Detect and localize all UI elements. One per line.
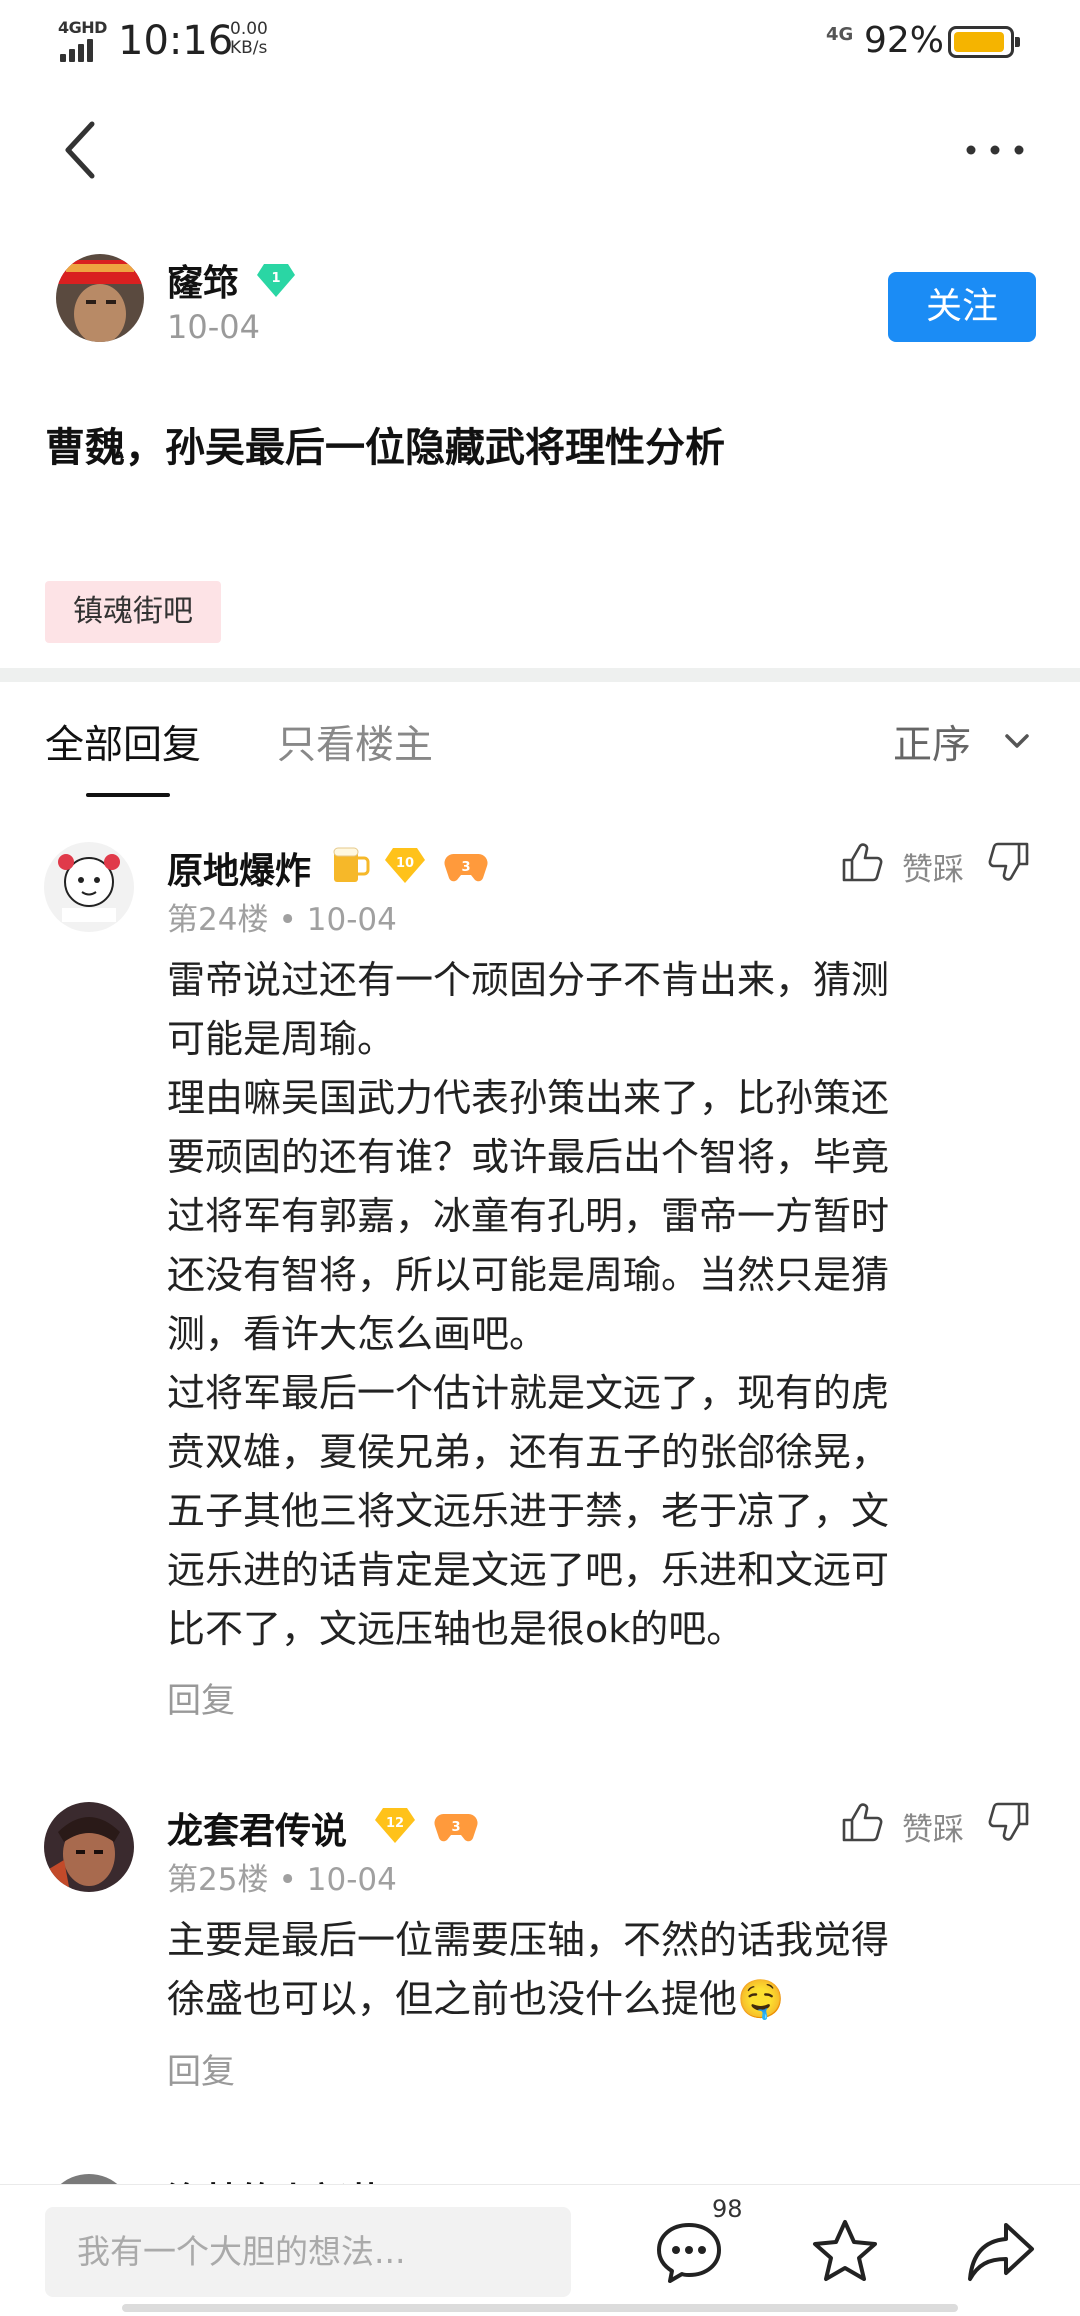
reply-input[interactable]: 我有一个大胆的想法... <box>45 2207 571 2297</box>
game-badge-number: 3 <box>461 860 470 875</box>
gamepad-badge-icon: 3 <box>434 1813 478 1842</box>
comment-body: 主要是最后一位需要压轴，不然的话我觉得 徐盛也可以，但之前也没什么提他🤤 <box>167 1911 1017 2029</box>
dislike-icon[interactable] <box>985 1798 1033 1846</box>
level-badge-number: 12 <box>386 1816 404 1831</box>
network-speed: 0.00 KB/s <box>230 20 268 58</box>
status-bar: 4GHD 10:16 0.00 KB/s 4G 92% <box>0 0 1080 84</box>
comment-line: 徐盛也可以，但之前也没什么提他🤤 <box>167 1970 1017 2029</box>
commenter-avatar[interactable] <box>44 1802 134 1892</box>
avatar-image <box>56 254 144 342</box>
follow-button[interactable]: 关注 <box>888 272 1036 342</box>
share-icon[interactable] <box>966 2219 1036 2283</box>
reply-button[interactable]: 回复 <box>167 2044 235 2093</box>
comment-line: 雷帝说过还有一个顽固分子不肯出来，猜测 <box>167 958 890 1002</box>
home-indicator <box>122 2304 958 2312</box>
comment-line: 理由嘛吴国武力代表孙策出来了，比孙策还 <box>167 1076 890 1120</box>
comment-date: 10-04 <box>306 902 397 938</box>
comment-line: 远乐进的话肯定是文远了吧，乐进和文远可 <box>167 1548 890 1592</box>
author-avatar[interactable] <box>56 254 144 342</box>
mobile-data-tag: 4G <box>826 24 854 45</box>
comment-line: 主要是最后一位需要压轴，不然的话我觉得 <box>167 1918 890 1962</box>
author-name[interactable]: 窿筇 <box>167 254 239 306</box>
star-icon[interactable] <box>810 2217 880 2285</box>
comment-line: 可能是周瑜。 <box>167 1017 396 1061</box>
level-badge-number: 10 <box>396 856 414 871</box>
vote-label: 赞踩 <box>902 1812 964 1848</box>
section-divider <box>0 668 1080 682</box>
chevron-down-icon[interactable] <box>1000 724 1034 758</box>
level-badge-icon: 1 <box>257 264 295 297</box>
battery-icon <box>948 26 1020 58</box>
floor-number: 第24楼 <box>167 902 269 938</box>
sort-button[interactable]: 正序 <box>893 714 971 770</box>
tab-op-only[interactable]: 只看楼主 <box>277 714 433 770</box>
comment-meta: 第25楼 • 10-04 <box>167 1862 397 1898</box>
speed-value: 0.00 <box>230 19 268 39</box>
comment-meta: 第24楼 • 10-04 <box>167 902 397 938</box>
more-dots-icon <box>966 145 1024 155</box>
back-button[interactable] <box>50 110 110 190</box>
comment-count: 98 <box>712 2195 743 2223</box>
signal-icon: 4GHD <box>58 18 107 62</box>
speed-unit: KB/s <box>230 38 268 58</box>
bottom-bar: 我有一个大胆的想法... 98 <box>0 2184 1080 2316</box>
comment-text: 徐盛也可以，但之前也没什么提他 <box>167 1977 738 2021</box>
gamepad-badge-icon: 3 <box>444 853 488 882</box>
game-badge-number: 3 <box>451 1820 460 1835</box>
commenter-avatar[interactable] <box>44 842 134 932</box>
commenter-name[interactable]: 原地爆炸 <box>167 842 311 894</box>
comment-body: 雷帝说过还有一个顽固分子不肯出来，猜测 可能是周瑜。 理由嘛吴国武力代表孙策出来… <box>167 951 1017 1659</box>
avatar-image <box>44 842 134 932</box>
level-badge-icon: 10 <box>385 848 425 883</box>
commenter-name[interactable]: 龙套君传说 <box>167 1802 347 1854</box>
like-icon[interactable] <box>838 1798 886 1846</box>
network-tag: 4GHD <box>58 18 107 37</box>
level-badge-number: 1 <box>271 271 280 286</box>
comment-line: 贲双雄，夏侯兄弟，还有五子的张郃徐晃， <box>167 1430 890 1474</box>
comment-line: 比不了，文远压轴也是很ok的吧。 <box>167 1607 745 1651</box>
comment-date: 10-04 <box>306 1862 397 1898</box>
battery-percent: 92% <box>864 20 945 61</box>
clock: 10:16 <box>118 18 234 64</box>
comment-line: 测，看许大怎么画吧。 <box>167 1312 548 1356</box>
floor-number: 第25楼 <box>167 1862 269 1898</box>
like-icon[interactable] <box>838 838 886 886</box>
beer-icon <box>333 847 370 882</box>
comment-line: 过将军最后一个估计就是文远了，现有的虎 <box>167 1371 890 1415</box>
comment-line: 还没有智将，所以可能是周瑜。当然只是猜 <box>167 1253 890 1297</box>
level-badge-icon: 12 <box>375 1808 415 1843</box>
comment-line: 要顽固的还有谁？或许最后出个智将，毕竟 <box>167 1135 890 1179</box>
post-title: 曹魏，孙吴最后一位隐藏武将理性分析 <box>45 425 725 471</box>
comment-icon[interactable] <box>654 2219 724 2285</box>
tab-all-replies[interactable]: 全部回复 <box>45 714 201 770</box>
battery-fill <box>954 32 1004 52</box>
forum-tag[interactable]: 镇魂街吧 <box>45 581 221 643</box>
vote-label: 赞踩 <box>902 852 964 888</box>
comment-line: 过将军有郭嘉，冰童有孔明，雷帝一方暂时 <box>167 1194 890 1238</box>
drool-emoji-icon: 🤤 <box>737 1977 785 2021</box>
reply-button[interactable]: 回复 <box>167 1673 235 1722</box>
more-button[interactable] <box>960 120 1030 180</box>
post-date: 10-04 <box>167 308 260 346</box>
avatar-image <box>44 1802 134 1892</box>
dislike-icon[interactable] <box>985 838 1033 886</box>
comment-line: 五子其他三将文远乐进于禁，老于凉了，文 <box>167 1489 890 1533</box>
chevron-left-icon <box>65 121 95 179</box>
active-tab-indicator <box>86 793 170 797</box>
